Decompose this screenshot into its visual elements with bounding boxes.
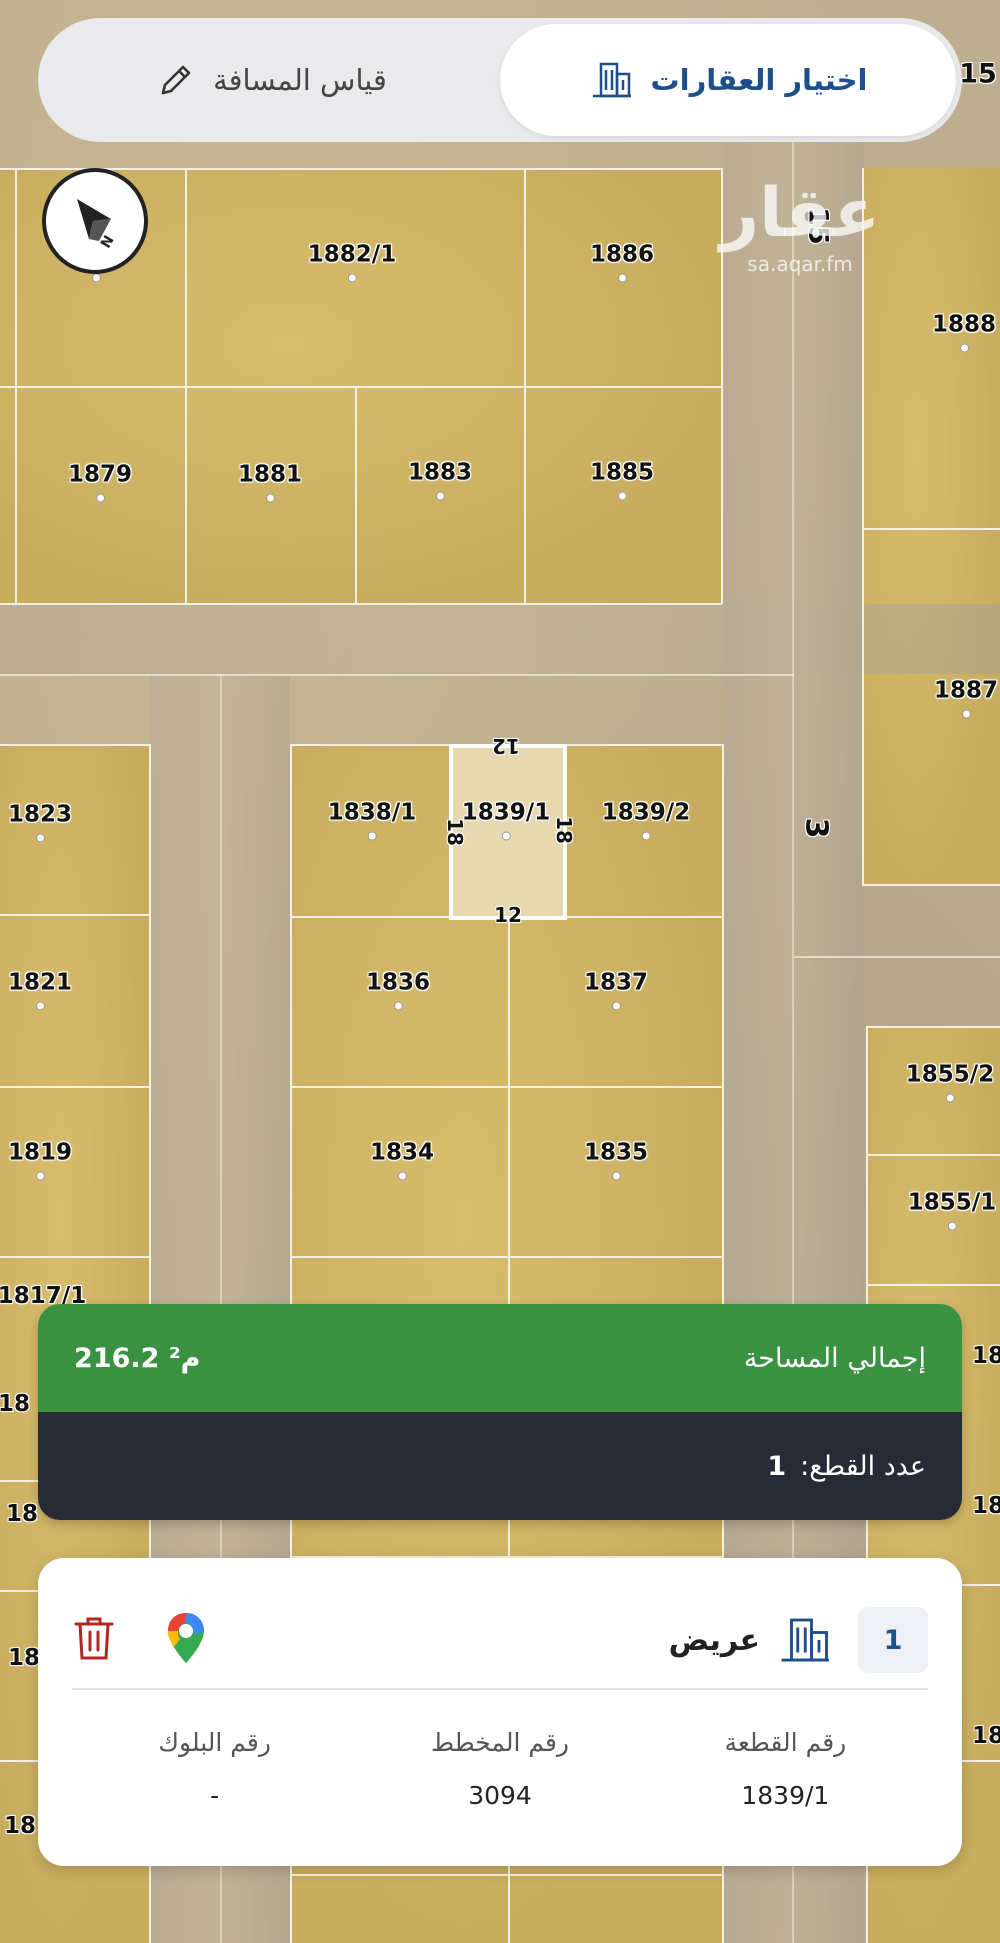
field-label: رقم البلوك (158, 1728, 271, 1757)
open-in-maps-button[interactable] (166, 1611, 206, 1669)
buildings-icon (781, 1618, 829, 1662)
parcel-line (290, 1874, 724, 1876)
parcel-label[interactable]: 1839/2 (602, 800, 690, 841)
parcel-label[interactable]: 1837 (584, 970, 648, 1011)
parcel-label[interactable]: 1882/1 (308, 242, 396, 283)
parcel-count-row: عدد القطع: 1 (38, 1412, 962, 1520)
street-label: 3 (798, 817, 834, 839)
parcel-label-partial: 18 (971, 1723, 1000, 1749)
tab-select-properties-label: اختيار العقارات (650, 63, 868, 97)
google-maps-pin-icon (168, 1613, 204, 1663)
compass-icon[interactable]: N (42, 168, 148, 274)
block-right-top (862, 168, 1000, 886)
parcel-label-partial: 18 (7, 1645, 41, 1671)
district-name: عريض (668, 1622, 760, 1658)
selected-dim-top: 12 (492, 734, 520, 758)
field-value: - (210, 1781, 220, 1810)
card-actions (72, 1611, 206, 1669)
selected-dim-right: 18 (552, 816, 576, 844)
trash-icon (74, 1617, 114, 1660)
selection-summary: إجمالي المساحة 216.2 م² عدد القطع: 1 (38, 1304, 962, 1520)
parcel-label[interactable]: 1838/1 (328, 800, 416, 841)
tab-select-properties[interactable]: اختيار العقارات (500, 24, 956, 136)
parcel-label[interactable]: 1879 (68, 462, 132, 503)
parcel-line (862, 528, 1000, 530)
parcel-line (0, 603, 722, 605)
parcel-line (862, 884, 1000, 886)
selected-dim-bottom: 12 (494, 903, 522, 927)
parcel-label[interactable]: 1881 (238, 462, 302, 503)
delete-button[interactable] (72, 1614, 116, 1666)
parcel-label-partial: 18 (3, 1813, 37, 1839)
parcel-line (290, 1256, 724, 1258)
card-fields: رقم القطعة 1839/1 رقم المخطط 3094 رقم ال… (72, 1728, 928, 1810)
parcel-label[interactable]: 1834 (370, 1140, 434, 1181)
total-area-row: إجمالي المساحة 216.2 م² (38, 1304, 962, 1412)
parcel-line (185, 168, 187, 604)
parcel-label[interactable]: 1885 (590, 460, 654, 501)
compass-needle-icon (77, 199, 111, 241)
parcel-line (866, 1026, 1000, 1028)
field-block-number: رقم البلوك - (72, 1728, 357, 1810)
field-value: 1839/1 (741, 1781, 830, 1810)
street-edge (0, 674, 794, 676)
aqar-watermark: عقار sa.aqar.fm (720, 174, 881, 277)
parcel-line (0, 1256, 150, 1258)
parcel-label-partial: 18 (971, 1493, 1000, 1519)
parcel-label-partial: 18 (971, 1343, 1000, 1369)
parcel-line (290, 1086, 724, 1088)
parcel-label[interactable]: 1883 (408, 460, 472, 501)
parcel-label[interactable]: 1887 (934, 678, 998, 719)
parcel-line (0, 386, 722, 388)
parcel-label[interactable]: 1819 (8, 1140, 72, 1181)
tab-measure-distance-label: قياس المسافة (213, 63, 387, 97)
parcel-line (524, 168, 526, 604)
parcel-label[interactable]: 1821 (8, 970, 72, 1011)
parcel-detail-card: 1 عريض رقم القطعة 1839/1 رقم المخطط 3094… (38, 1558, 962, 1866)
parcel-line (866, 1284, 1000, 1286)
parcel-label[interactable]: 1886 (590, 242, 654, 283)
parcel-label[interactable]: 1835 (584, 1140, 648, 1181)
parcel-label[interactable]: 1855/2 (906, 1062, 994, 1103)
parcel-line (0, 914, 150, 916)
mode-switch: اختيار العقارات قياس المسافة (38, 18, 962, 142)
card-divider (72, 1688, 928, 1690)
parcel-line (0, 744, 150, 746)
buildings-icon (592, 62, 631, 98)
parcel-index-badge: 1 (858, 1607, 928, 1673)
field-label: رقم القطعة (724, 1728, 847, 1757)
parcel-count-value: 1 (767, 1450, 787, 1482)
parcel-label[interactable]: 1823 (8, 802, 72, 843)
parcel-line (15, 168, 17, 604)
card-header: 1 عريض (72, 1594, 928, 1686)
parcel-label-partial: 18 (0, 1391, 31, 1417)
total-area-label: إجمالي المساحة (743, 1342, 926, 1374)
parcel-line (866, 1154, 1000, 1156)
parcel-line (355, 386, 357, 604)
parcel-label-partial: 18 (5, 1501, 39, 1527)
parcel-line (0, 1086, 150, 1088)
field-label: رقم المخطط (431, 1728, 570, 1757)
parcel-label[interactable]: 1888 (932, 312, 996, 353)
field-plan-number: رقم المخطط 3094 (357, 1728, 642, 1810)
parcel-label-selected[interactable]: 1839/1 (462, 800, 550, 841)
field-value: 3094 (468, 1781, 532, 1810)
street-edge (794, 956, 1000, 958)
parcel-label[interactable]: 1855/1 (908, 1190, 996, 1231)
street-label: 15 (959, 58, 997, 90)
pencil-icon (161, 65, 191, 95)
field-parcel-number: رقم القطعة 1839/1 (643, 1728, 928, 1810)
tab-measure-distance[interactable]: قياس المسافة (44, 24, 500, 136)
parcel-label[interactable]: 1836 (366, 970, 430, 1011)
parcel-count-label: عدد القطع: (800, 1450, 926, 1482)
total-area-value: 216.2 م² (74, 1342, 201, 1374)
